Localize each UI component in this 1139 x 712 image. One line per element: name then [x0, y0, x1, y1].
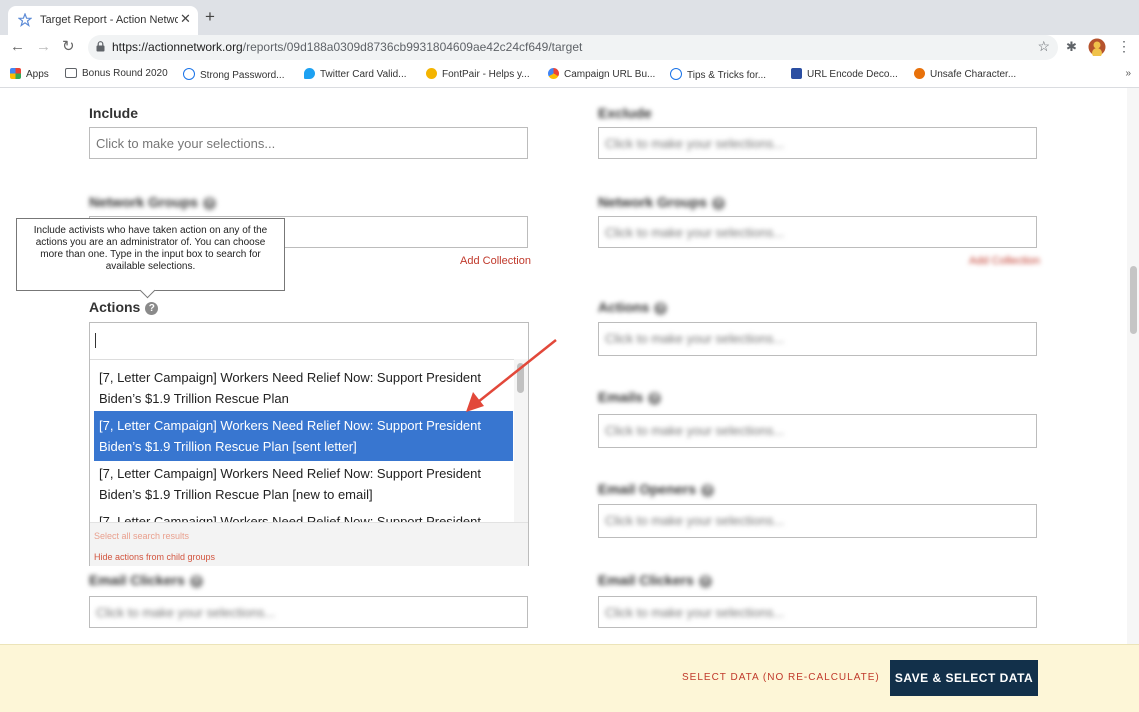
bookmark-label: Campaign URL Bu... — [564, 69, 656, 80]
bookmarks-bar: Apps Bonus Round 2020 Strong Password...… — [0, 62, 1139, 88]
url-encode-icon — [791, 68, 802, 79]
profile-avatar-icon[interactable] — [1088, 38, 1106, 56]
bookmark-label: Strong Password... — [200, 70, 285, 81]
address-bar[interactable]: https://actionnetwork.org/reports/09d188… — [88, 35, 1058, 60]
bookmark-label: FontPair - Helps y... — [442, 69, 530, 80]
close-tab-icon[interactable]: ✕ — [180, 11, 191, 27]
url-path: /reports/09d188a0309d8736cb9931804609ae4… — [242, 40, 583, 54]
bookmark-strong-password[interactable]: Strong Password... — [183, 68, 284, 81]
bookmark-label: Bonus Round 2020 — [82, 68, 168, 79]
bookmark-apps[interactable]: Apps — [10, 68, 49, 80]
bookmark-twitter-card[interactable]: Twitter Card Valid... — [304, 68, 407, 80]
bookmarks-overflow-icon[interactable]: » — [1125, 68, 1131, 79]
bookmark-label: Twitter Card Valid... — [320, 69, 407, 80]
browser-tab-bar: Target Report - Action Network ✕ + — [0, 0, 1139, 35]
bookmark-tips-tricks[interactable]: Tips & Tricks for... — [670, 68, 766, 81]
action-network-favicon-icon — [18, 13, 32, 27]
tips-icon — [670, 68, 682, 80]
bookmark-url-encode[interactable]: URL Encode Deco... — [791, 68, 898, 80]
unsafe-char-icon — [914, 68, 925, 79]
bookmark-campaign-url[interactable]: Campaign URL Bu... — [548, 68, 655, 80]
bookmark-fontpair[interactable]: FontPair - Helps y... — [426, 68, 530, 80]
twitter-icon — [304, 68, 315, 79]
bottom-action-bar: SELECT DATA (NO RE-CALCULATE) SAVE & SEL… — [0, 644, 1139, 712]
browser-toolbar: ← → ↻ https://actionnetwork.org/reports/… — [0, 35, 1139, 62]
campaign-url-icon — [548, 68, 559, 79]
bookmark-label: Tips & Tricks for... — [687, 70, 767, 81]
bookmark-label: Unsafe Character... — [930, 69, 1017, 80]
fontpair-icon — [426, 68, 437, 79]
browser-menu-icon[interactable]: ⋮ — [1117, 38, 1131, 55]
page-scroll-thumb[interactable] — [1130, 266, 1137, 334]
bookmark-unsafe-character[interactable]: Unsafe Character... — [914, 68, 1016, 80]
lock-icon — [96, 41, 105, 52]
folder-icon — [65, 68, 77, 78]
bookmark-bonus-round[interactable]: Bonus Round 2020 — [65, 68, 168, 79]
tab-title: Target Report - Action Network — [40, 14, 178, 26]
url-domain: https://actionnetwork.org — [112, 40, 243, 54]
extensions-icon[interactable]: ✱ — [1066, 39, 1077, 55]
new-tab-icon[interactable]: + — [205, 8, 215, 25]
password-icon — [183, 68, 195, 80]
annotation-arrow-icon — [466, 339, 557, 412]
bookmark-label: Apps — [26, 69, 49, 80]
apps-grid-icon — [10, 68, 21, 79]
select-data-no-recalculate-link[interactable]: SELECT DATA (NO RE-CALCULATE) — [682, 672, 880, 683]
back-arrow-icon[interactable]: ← — [10, 38, 25, 55]
forward-arrow-icon[interactable]: → — [36, 38, 51, 55]
bookmark-label: URL Encode Deco... — [807, 69, 898, 80]
browser-tab[interactable]: Target Report - Action Network ✕ — [8, 6, 198, 35]
url-text: https://actionnetwork.org/reports/09d188… — [112, 40, 582, 54]
page-scrollbar[interactable] — [1127, 88, 1139, 644]
reload-icon[interactable]: ↻ — [62, 37, 75, 55]
report-target-form: Include Click to make your selections...… — [0, 88, 1139, 644]
bookmark-star-icon[interactable]: ☆ — [1037, 38, 1050, 55]
save-and-select-data-button[interactable]: SAVE & SELECT DATA — [890, 660, 1038, 696]
